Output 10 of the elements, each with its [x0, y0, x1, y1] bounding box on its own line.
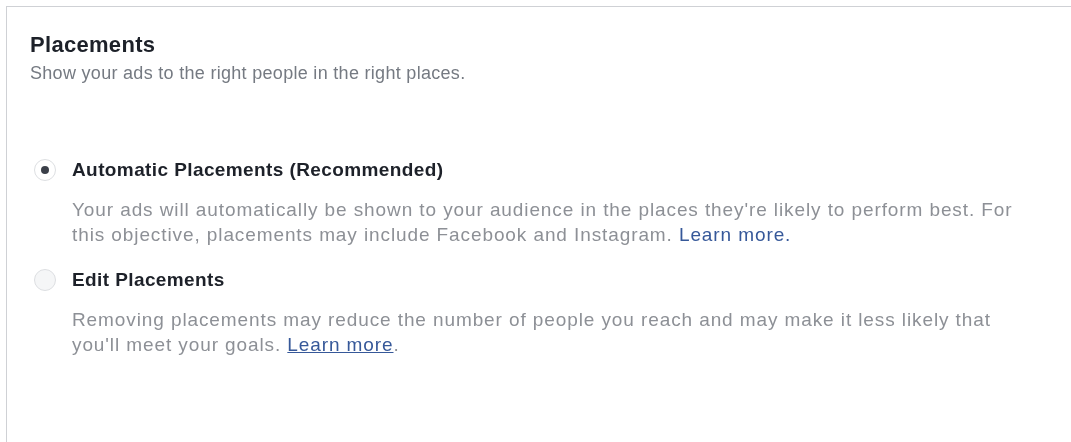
radio-button[interactable] [34, 269, 56, 291]
option-label[interactable]: Edit Placements [72, 269, 225, 291]
option-description: Removing placements may reduce the number of people you reach and may make it less likely that you'll meet your goals. Learn more. [72, 308, 992, 357]
section-title: Placements [30, 32, 157, 58]
section-subtitle: Show your ads to the right people in the right places. [30, 62, 467, 84]
option-description: Your ads will automatically be shown to your audience in the places they're likely to perform best. For this objective, placements may include Facebook and Instagram. Learn more. [72, 198, 1014, 247]
learn-more-link[interactable]: Learn more [287, 334, 394, 355]
learn-more-link[interactable]: Learn more. [678, 224, 792, 245]
option-label[interactable]: Automatic Placements (Recommended) [72, 159, 444, 181]
radio-button[interactable] [34, 159, 56, 181]
